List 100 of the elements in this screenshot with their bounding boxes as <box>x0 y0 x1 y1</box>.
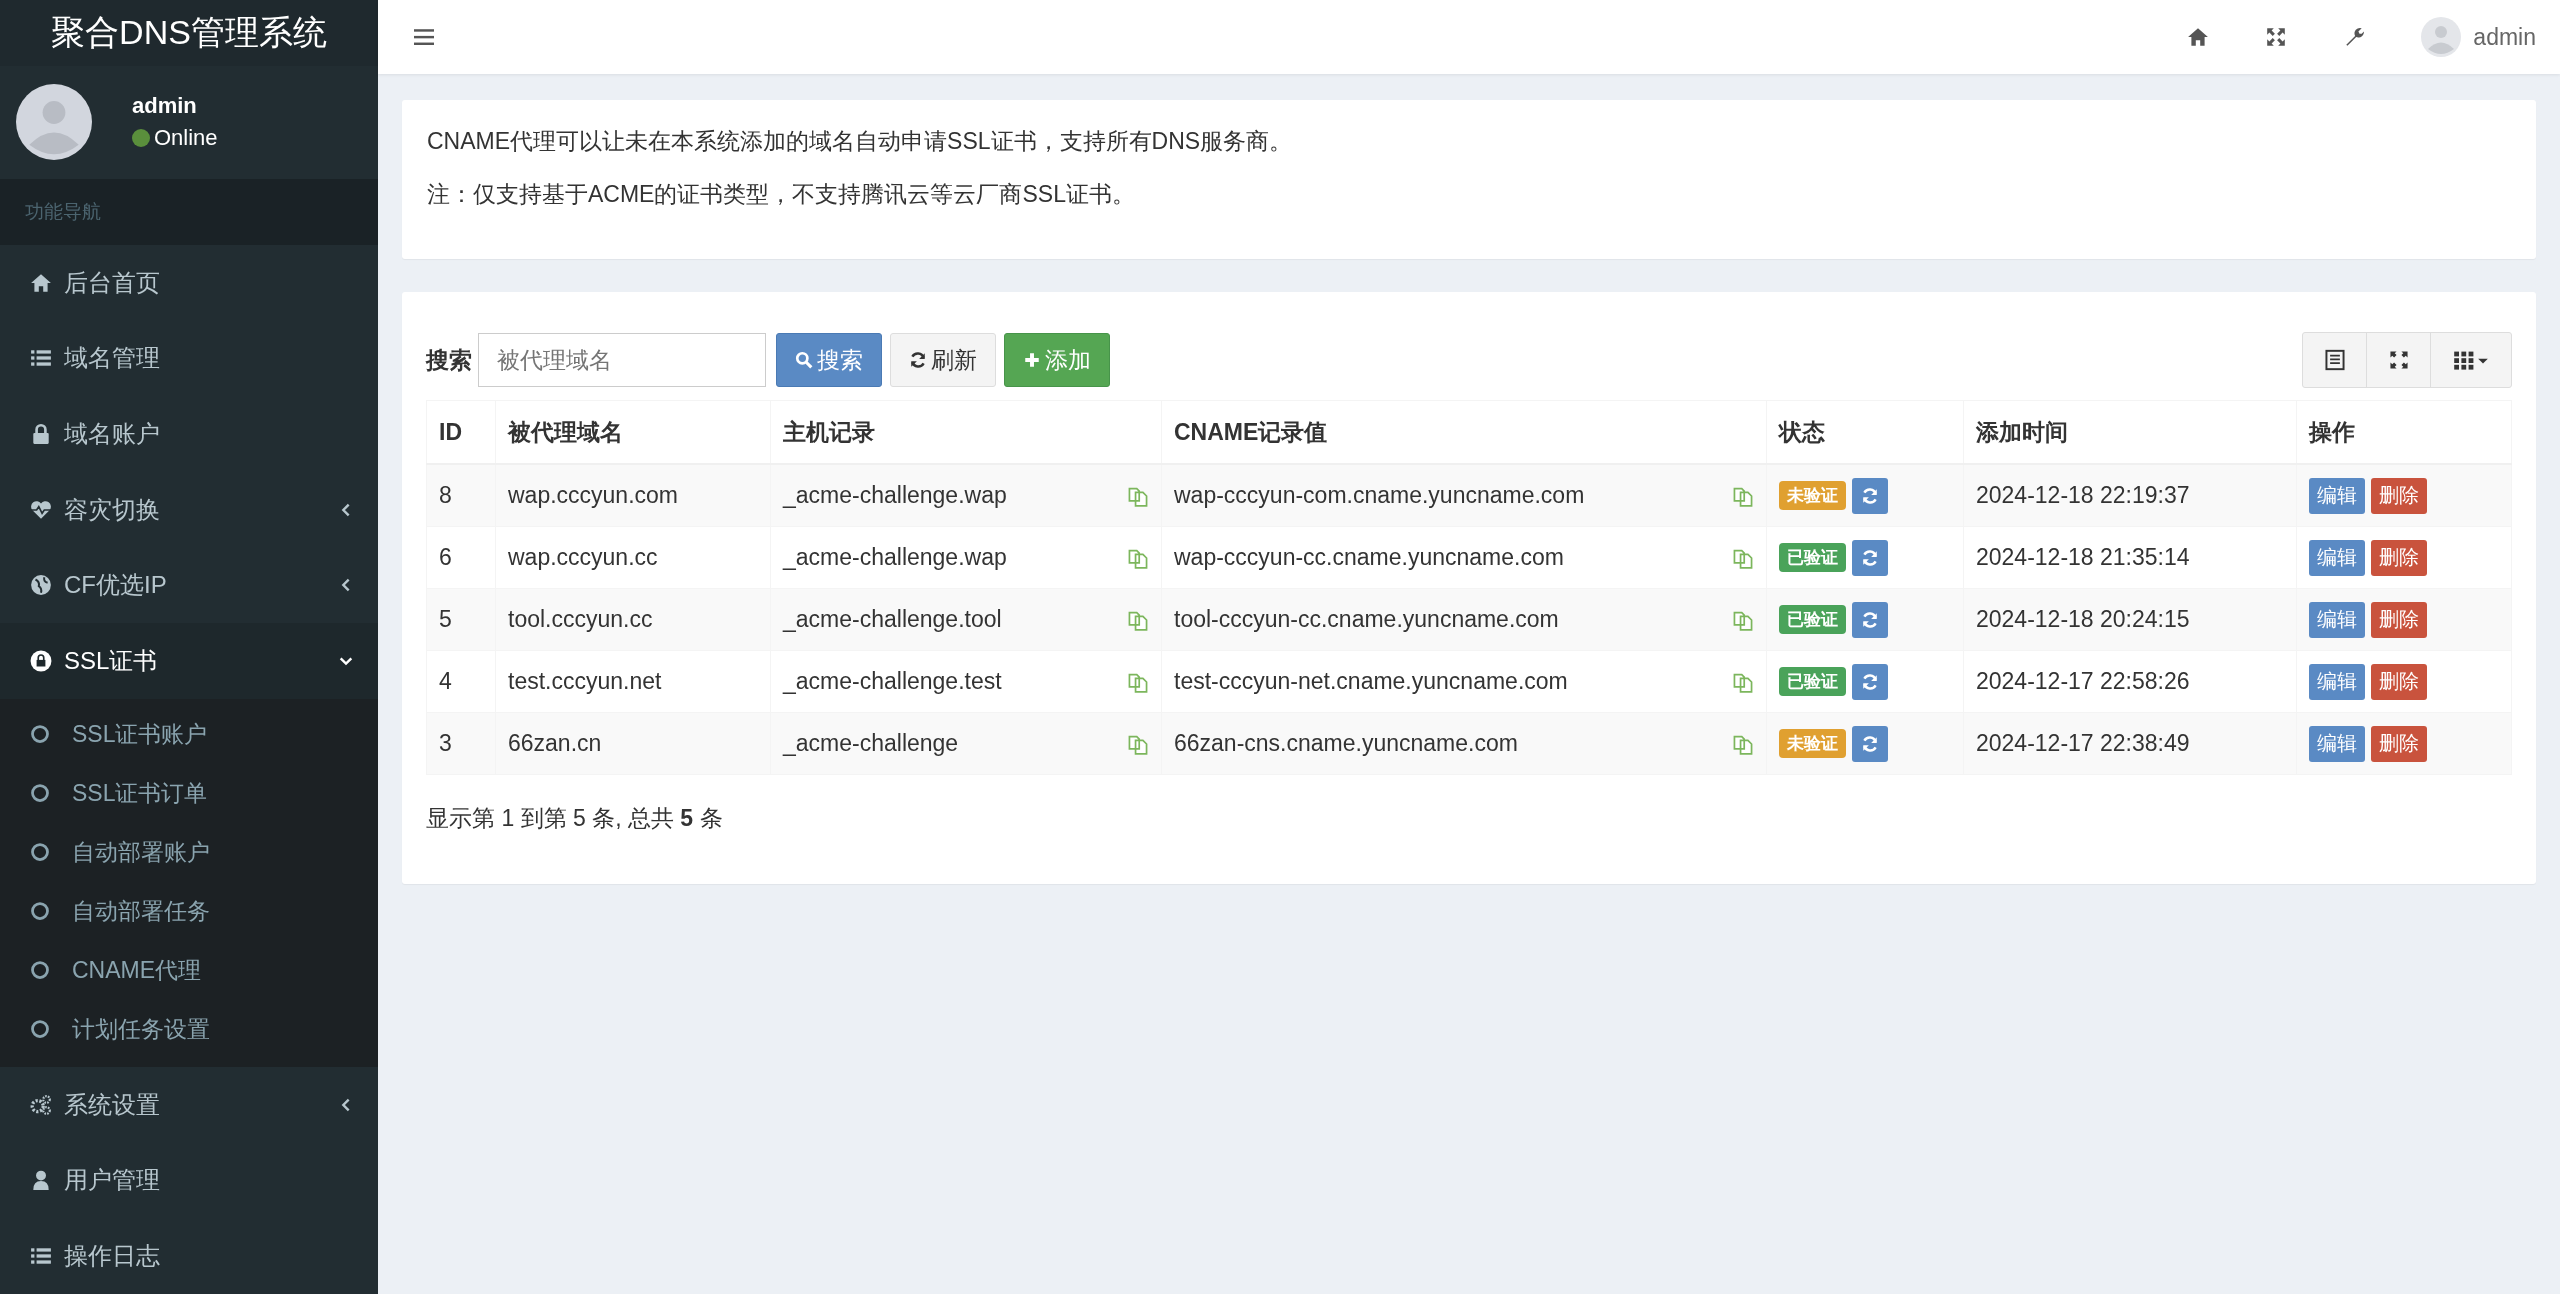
table-cell: 2024-12-18 20:24:15 <box>1963 588 2297 651</box>
refresh-icon <box>1861 486 1879 505</box>
table-cell: wap-cccyun-cc.cname.yuncname.com <box>1174 544 1564 571</box>
refresh-status-button[interactable] <box>1852 663 1888 700</box>
sidebar-item[interactable]: 后台首页 <box>0 244 378 321</box>
pagination-info: 显示第 1 到第 5 条, 总共 5 条 <box>426 804 724 833</box>
table-cell: test.cccyun.net <box>495 650 771 713</box>
search-button[interactable]: 搜索 <box>776 333 882 387</box>
wrench-icon[interactable] <box>2343 26 2366 48</box>
table-cell: 6 <box>426 526 496 589</box>
delete-button[interactable]: 删除 <box>2371 477 2427 514</box>
table-cell: 3 <box>426 712 496 775</box>
delete-button[interactable]: 删除 <box>2371 663 2427 700</box>
app-logo-title: 聚合DNS管理系统 <box>0 0 378 66</box>
table-cell: _acme-challenge <box>783 730 959 757</box>
edit-button[interactable]: 编辑 <box>2309 663 2365 700</box>
home-icon[interactable] <box>2187 26 2210 48</box>
search-label: 搜索 <box>426 345 472 375</box>
table-cell: 8 <box>426 464 496 527</box>
table-cell: test-cccyun-net.cname.yuncname.com <box>1174 668 1568 695</box>
sidebar-item[interactable]: 系统设置 <box>0 1067 378 1143</box>
user-name[interactable]: admin <box>2473 23 2536 51</box>
status-badge: 已验证 <box>1779 667 1846 696</box>
edit-button[interactable]: 编辑 <box>2309 477 2365 514</box>
plus-icon <box>1023 351 1041 369</box>
submenu-item[interactable]: 计划任务设置 <box>0 1000 378 1059</box>
table-cell: _acme-challenge.tool <box>783 606 1002 633</box>
notice-text: 注：仅支持基于ACME的证书类型，不支持腾讯云等云厂商SSL证书。 <box>427 179 1136 209</box>
sidebar-item[interactable]: 用户管理 <box>0 1142 378 1219</box>
table-cell: 66zan-cns.cname.yuncname.com <box>1174 730 1518 757</box>
status-badge: 已验证 <box>1779 605 1846 634</box>
nav-header: 功能导航 <box>0 179 378 245</box>
edit-button[interactable]: 编辑 <box>2309 539 2365 576</box>
user-icon <box>30 1169 52 1192</box>
fullscreen-icon[interactable] <box>2265 26 2288 48</box>
table-cell: _acme-challenge.wap <box>783 544 1007 571</box>
refresh-icon <box>1861 672 1879 691</box>
table-cell: wap-cccyun-com.cname.yuncname.com <box>1174 482 1585 509</box>
sidebar-item[interactable]: SSL证书 <box>0 623 378 699</box>
globe-icon <box>30 574 52 597</box>
sidebar-item[interactable]: 域名管理 <box>0 320 378 397</box>
delete-button[interactable]: 删除 <box>2371 725 2427 762</box>
search-icon <box>795 351 813 369</box>
padlock-icon <box>30 650 52 673</box>
gears-icon <box>30 1093 52 1116</box>
table-cell: 5 <box>426 588 496 651</box>
submenu-item[interactable]: SSL证书账户 <box>0 705 378 764</box>
submenu-item[interactable]: SSL证书订单 <box>0 764 378 823</box>
circle-icon <box>30 783 50 804</box>
table-cell: 2024-12-18 22:19:37 <box>1963 464 2297 527</box>
online-dot-icon <box>132 129 150 148</box>
circle-icon <box>30 842 50 863</box>
table-cell: _acme-challenge.wap <box>783 482 1007 509</box>
circle-icon <box>30 960 50 981</box>
sidebar-item[interactable]: 容灾切换 <box>0 471 378 548</box>
user-name: admin <box>132 93 198 120</box>
menu-icon[interactable] <box>414 28 434 46</box>
refresh-button[interactable]: 刷新 <box>890 333 996 387</box>
edit-button[interactable]: 编辑 <box>2309 725 2365 762</box>
submenu-item[interactable]: 自动部署账户 <box>0 823 378 882</box>
list-view-icon <box>2323 349 2346 371</box>
search-field[interactable]: 被代理域名 <box>478 333 766 387</box>
table-cell: wap.cccyun.com <box>495 464 771 527</box>
table-cell: _acme-challenge.test <box>783 668 1002 695</box>
table-cell: tool-cccyun-cc.cname.yuncname.com <box>1174 606 1559 633</box>
sidebar-item[interactable]: CF优选IP <box>0 547 378 624</box>
refresh-icon <box>909 351 927 369</box>
table-cell: tool.cccyun.cc <box>495 588 771 651</box>
submenu-item[interactable]: CNAME代理 <box>0 941 378 1000</box>
edit-button[interactable]: 编辑 <box>2309 601 2365 638</box>
notice-text: CNAME代理可以让未在本系统添加的域名自动申请SSL证书，支持所有DNS服务商。 <box>427 127 1294 156</box>
table-cell: 2024-12-17 22:38:49 <box>1963 712 2297 775</box>
fullscreen-icon <box>2387 349 2410 371</box>
refresh-icon <box>1861 610 1879 629</box>
circle-icon <box>30 724 50 745</box>
submenu-item[interactable]: 自动部署任务 <box>0 882 378 941</box>
refresh-icon <box>1861 548 1879 567</box>
refresh-status-button[interactable] <box>1852 725 1888 762</box>
avatar-icon <box>16 84 92 161</box>
table-cell: 2024-12-17 22:58:26 <box>1963 650 2297 713</box>
circle-icon <box>30 901 50 922</box>
lock-icon <box>30 423 52 446</box>
table-cell: 66zan.cn <box>495 712 771 775</box>
circle-icon <box>30 1019 50 1040</box>
grid-caret-icon <box>2453 349 2489 371</box>
refresh-status-button[interactable] <box>1852 601 1888 638</box>
refresh-status-button[interactable] <box>1852 477 1888 514</box>
refresh-icon <box>1861 734 1879 753</box>
user-status: Online <box>154 125 218 152</box>
table-cell: 4 <box>426 650 496 713</box>
status-badge: 未验证 <box>1779 729 1846 758</box>
refresh-status-button[interactable] <box>1852 539 1888 576</box>
status-badge: 已验证 <box>1779 543 1846 572</box>
delete-button[interactable]: 删除 <box>2371 601 2427 638</box>
sidebar-item[interactable]: 域名账户 <box>0 396 378 472</box>
table-cell: wap.cccyun.cc <box>495 526 771 589</box>
status-badge: 未验证 <box>1779 481 1846 510</box>
heartbeat-icon <box>30 498 52 521</box>
delete-button[interactable]: 删除 <box>2371 539 2427 576</box>
sidebar-item[interactable]: 操作日志 <box>0 1218 378 1294</box>
